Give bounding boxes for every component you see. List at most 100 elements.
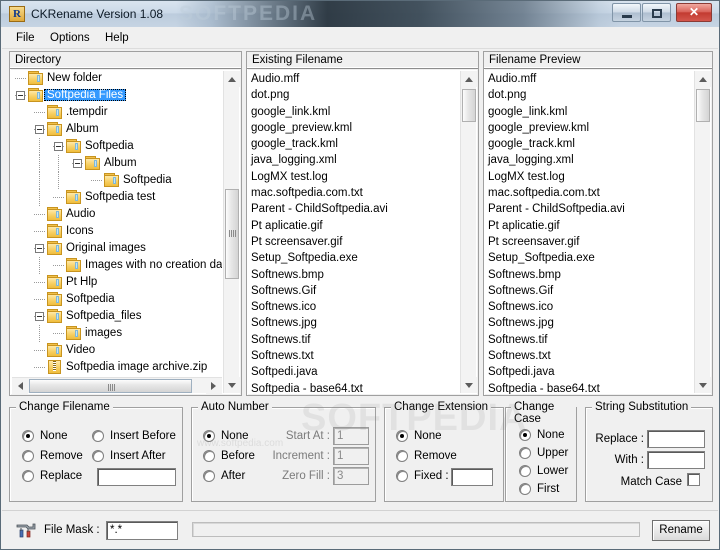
tree-collapse-icon[interactable] [54, 142, 63, 151]
existing-file-row[interactable]: Softnews.ico [248, 299, 459, 315]
tree-collapse-icon[interactable] [35, 244, 44, 253]
preview-file-row[interactable]: dot.png [485, 87, 693, 103]
tree-item[interactable]: Original images [11, 240, 222, 257]
tree-item[interactable]: Video [11, 342, 222, 359]
preview-file-row[interactable]: google_link.kml [485, 104, 693, 120]
preview-file-row[interactable]: Softnews.bmp [485, 267, 693, 283]
filename-preview-list[interactable]: Audio.mff dot.png google_link.kml google_pr… [485, 70, 711, 394]
existing-file-row[interactable]: Pt screensaver.gif [248, 234, 459, 250]
tree-item[interactable]: Softpedia [11, 291, 222, 308]
tree-collapse-icon[interactable] [35, 312, 44, 321]
tree-item[interactable]: Pt Hlp [11, 274, 222, 291]
input-replace[interactable] [647, 430, 705, 448]
scrollbar-thumb-h[interactable] [29, 379, 192, 393]
preview-file-row[interactable]: Softnews.txt [485, 348, 693, 364]
radio-case-upper[interactable] [519, 447, 531, 459]
label-extension-fixed[interactable]: Fixed : [414, 469, 449, 483]
maximize-button[interactable] [642, 3, 671, 22]
label-insert-before[interactable]: Insert Before [110, 429, 176, 443]
radio-autonumber-before[interactable] [203, 450, 215, 462]
preview-file-row[interactable]: Pt aplicatie.gif [485, 218, 693, 234]
menu-help[interactable]: Help [99, 30, 135, 46]
tree-collapse-icon[interactable] [35, 125, 44, 134]
scroll-up-button[interactable] [224, 71, 240, 87]
existing-file-row[interactable]: Softnews.bmp [248, 267, 459, 283]
radio-changefilename-replace[interactable] [22, 470, 34, 482]
scrollbar-thumb[interactable] [225, 189, 239, 279]
preview-file-row[interactable]: Softpedia - base64.txt [485, 381, 693, 394]
existing-file-row[interactable]: Softpedi.java [248, 364, 459, 380]
existing-file-row[interactable]: Setup_Softpedia.exe [248, 250, 459, 266]
tree-item[interactable]: Icons [11, 223, 222, 240]
preview-file-row[interactable]: Audio.mff [485, 71, 693, 87]
existing-vertical-scrollbar[interactable] [460, 71, 477, 393]
scroll-right-button[interactable] [206, 378, 222, 394]
preview-file-row[interactable]: google_preview.kml [485, 120, 693, 136]
input-with[interactable] [647, 451, 705, 469]
radio-extension-fixed[interactable] [396, 470, 408, 482]
menu-file[interactable]: File [10, 30, 41, 46]
radio-insert-before[interactable] [92, 430, 104, 442]
radio-changefilename-remove[interactable] [22, 450, 34, 462]
tree-item[interactable]: New folder [11, 70, 222, 87]
close-button[interactable]: ✕ [676, 3, 712, 22]
label-autonumber-none[interactable]: None [221, 429, 249, 443]
existing-file-row[interactable]: LogMX test.log [248, 169, 459, 185]
tree-item[interactable]: Softpedia_files [11, 308, 222, 325]
preview-file-row[interactable]: Softnews.Gif [485, 283, 693, 299]
tree-item[interactable]: Softpedia Files [11, 87, 222, 104]
radio-extension-remove[interactable] [396, 450, 408, 462]
label-changefilename-replace[interactable]: Replace [40, 469, 82, 483]
input-increment[interactable]: 1 [333, 447, 369, 465]
scroll-left-button[interactable] [12, 378, 28, 394]
preview-file-row[interactable]: Softnews.ico [485, 299, 693, 315]
input-extension-fixed[interactable] [451, 468, 493, 486]
existing-file-row[interactable]: Softnews.jpg [248, 315, 459, 331]
existing-file-row[interactable]: Softnews.Gif [248, 283, 459, 299]
label-match-case[interactable]: Match Case [596, 475, 682, 489]
label-autonumber-after[interactable]: After [221, 469, 245, 483]
radio-autonumber-none[interactable] [203, 430, 215, 442]
menu-options[interactable]: Options [44, 30, 96, 46]
existing-file-row[interactable]: dot.png [248, 87, 459, 103]
label-changefilename-remove[interactable]: Remove [40, 449, 83, 463]
existing-filename-list[interactable]: Audio.mff dot.png google_link.kml google_pr… [248, 70, 477, 394]
existing-file-row[interactable]: Softnews.txt [248, 348, 459, 364]
label-autonumber-before[interactable]: Before [221, 449, 255, 463]
existing-file-row[interactable]: google_link.kml [248, 104, 459, 120]
tree-item[interactable]: images [11, 325, 222, 342]
tree-item[interactable]: Images with no creation date [11, 257, 222, 274]
preview-file-row[interactable]: Setup_Softpedia.exe [485, 250, 693, 266]
tree-item[interactable]: Softpedia test [11, 189, 222, 206]
existing-file-row[interactable]: Softpedia - base64.txt [248, 381, 459, 394]
label-insert-after[interactable]: Insert After [110, 449, 166, 463]
existing-file-row[interactable]: Softnews.tif [248, 332, 459, 348]
preview-file-row[interactable]: LogMX test.log [485, 169, 693, 185]
label-case-none[interactable]: None [537, 428, 565, 442]
scroll-down-button[interactable] [224, 377, 240, 393]
tree-item[interactable]: Softpedia [11, 138, 222, 155]
preview-file-row[interactable]: Softpedi.java [485, 364, 693, 380]
preview-file-row[interactable]: java_logging.xml [485, 152, 693, 168]
radio-case-first[interactable] [519, 483, 531, 495]
label-case-first[interactable]: First [537, 482, 559, 496]
minimize-button[interactable] [612, 3, 641, 22]
radio-case-lower[interactable] [519, 465, 531, 477]
preview-file-row[interactable]: Pt screensaver.gif [485, 234, 693, 250]
label-changefilename-none[interactable]: None [40, 429, 68, 443]
checkbox-match-case[interactable] [687, 473, 700, 486]
preview-file-row[interactable]: mac.softpedia.com.txt [485, 185, 693, 201]
tree-item[interactable]: Softpedia image archive.zip [11, 359, 222, 376]
radio-autonumber-after[interactable] [203, 470, 215, 482]
changefilename-text-input[interactable] [97, 468, 176, 486]
existing-file-row[interactable]: google_track.kml [248, 136, 459, 152]
tree-collapse-icon[interactable] [73, 159, 82, 168]
existing-file-row[interactable]: Audio.mff [248, 71, 459, 87]
existing-file-row[interactable]: google_preview.kml [248, 120, 459, 136]
preview-file-row[interactable]: Softnews.tif [485, 332, 693, 348]
existing-file-row[interactable]: Pt aplicatie.gif [248, 218, 459, 234]
preview-file-row[interactable]: Parent - ChildSoftpedia.avi [485, 201, 693, 217]
tree-item[interactable]: Album [11, 121, 222, 138]
input-start-at[interactable]: 1 [333, 427, 369, 445]
label-case-lower[interactable]: Lower [537, 464, 568, 478]
